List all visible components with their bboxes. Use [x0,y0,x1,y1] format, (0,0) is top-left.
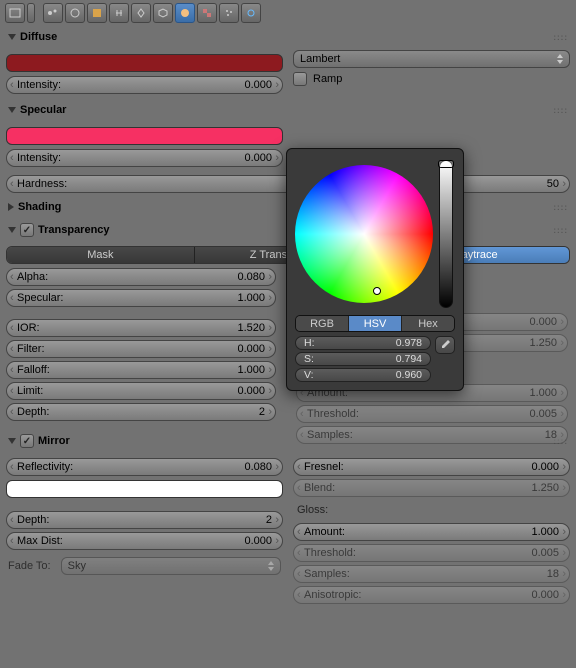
tsamples-field[interactable]: Samples:18 [296,426,568,444]
falloff-field[interactable]: Falloff:1.000 [6,361,276,379]
mirror-color[interactable] [6,480,283,498]
diffuse-header[interactable]: Diffuse :::: [6,26,570,48]
s-field[interactable]: S:0.794 [295,352,431,366]
limit-field[interactable]: Limit:0.000 [6,382,276,400]
specular-header[interactable]: Specular :::: [6,99,570,121]
panel-grip-icon[interactable]: :::: [553,226,568,235]
value-slider[interactable] [439,160,453,308]
collapse-icon [8,34,16,40]
context-toolbar [0,0,576,26]
tb-texture-icon[interactable] [197,3,217,23]
filter-field[interactable]: Filter:0.000 [6,340,276,358]
tb-physics-icon[interactable] [241,3,261,23]
transparency-title: Transparency [38,224,110,236]
h-field[interactable]: H:0.978 [295,336,431,350]
color-picker-popup: RGB HSV Hex H:0.978 S:0.794 V:0.960 [286,148,464,391]
fadeto-label: Fade To: [8,557,55,575]
tb-modifier-icon[interactable] [131,3,151,23]
depth-field[interactable]: Depth:2 [6,403,276,421]
tb-expand-icon[interactable] [27,3,35,23]
tthreshold-field[interactable]: Threshold:0.005 [296,405,568,423]
mthreshold-field[interactable]: Threshold:0.005 [293,544,570,562]
eyedropper-button[interactable] [435,336,455,354]
fadeto-select[interactable]: Sky [61,557,281,575]
ramp-checkbox[interactable] [293,72,307,86]
value-handle[interactable] [438,160,454,168]
panel-grip-icon[interactable]: :::: [553,106,568,115]
panel-grip-icon[interactable]: :::: [553,203,568,212]
hsv-wheel[interactable] [295,165,433,303]
specular-intensity[interactable]: Intensity: 0.000 [6,149,283,167]
msamples-field[interactable]: Samples:18 [293,565,570,583]
mode-hsv[interactable]: HSV [349,316,402,331]
diffuse-shader-select[interactable]: Lambert [293,50,570,68]
tb-world-icon[interactable] [65,3,85,23]
v-field[interactable]: V:0.960 [295,368,431,382]
collapse-icon [8,227,16,233]
tab-mask[interactable]: Mask [7,247,195,263]
collapse-icon [8,438,16,444]
hsv-cursor[interactable] [373,287,381,295]
maxdist-field[interactable]: Max Dist:0.000 [6,532,283,550]
transparency-enable[interactable] [20,223,34,237]
mblend-field[interactable]: Blend:1.250 [293,479,570,497]
specular-title: Specular [20,104,66,116]
tb-object-icon[interactable] [87,3,107,23]
gloss-label: Gloss: [293,500,570,520]
mode-hex[interactable]: Hex [402,316,454,331]
shading-title: Shading [18,201,61,213]
ramp-label: Ramp [313,73,342,85]
tb-constraint-icon[interactable] [109,3,129,23]
collapse-icon [8,107,16,113]
diffuse-intensity[interactable]: Intensity: 0.000 [6,76,283,94]
diffuse-color[interactable] [6,54,283,72]
tb-data-icon[interactable] [153,3,173,23]
aniso-field[interactable]: Anisotropic:0.000 [293,586,570,604]
panel-grip-icon[interactable]: :::: [553,33,568,42]
mode-rgb[interactable]: RGB [296,316,349,331]
mirror-enable[interactable] [20,434,34,448]
mirror-title: Mirror [38,435,70,447]
specular-color[interactable] [6,127,283,145]
mdepth-field[interactable]: Depth:2 [6,511,283,529]
reflectivity-field[interactable]: Reflectivity:0.080 [6,458,283,476]
tspecular-field[interactable]: Specular:1.000 [6,289,276,307]
collapse-icon [8,203,14,211]
picker-mode-tabs: RGB HSV Hex [295,315,455,332]
alpha-field[interactable]: Alpha:0.080 [6,268,276,286]
tb-scene-icon[interactable] [43,3,63,23]
mamount-field[interactable]: Amount:1.000 [293,523,570,541]
tb-material-icon[interactable] [175,3,195,23]
tb-render-icon[interactable] [5,3,25,23]
tb-particles-icon[interactable] [219,3,239,23]
ior-field[interactable]: IOR:1.520 [6,319,276,337]
mfresnel-field[interactable]: Fresnel:0.000 [293,458,570,476]
diffuse-title: Diffuse [20,31,57,43]
